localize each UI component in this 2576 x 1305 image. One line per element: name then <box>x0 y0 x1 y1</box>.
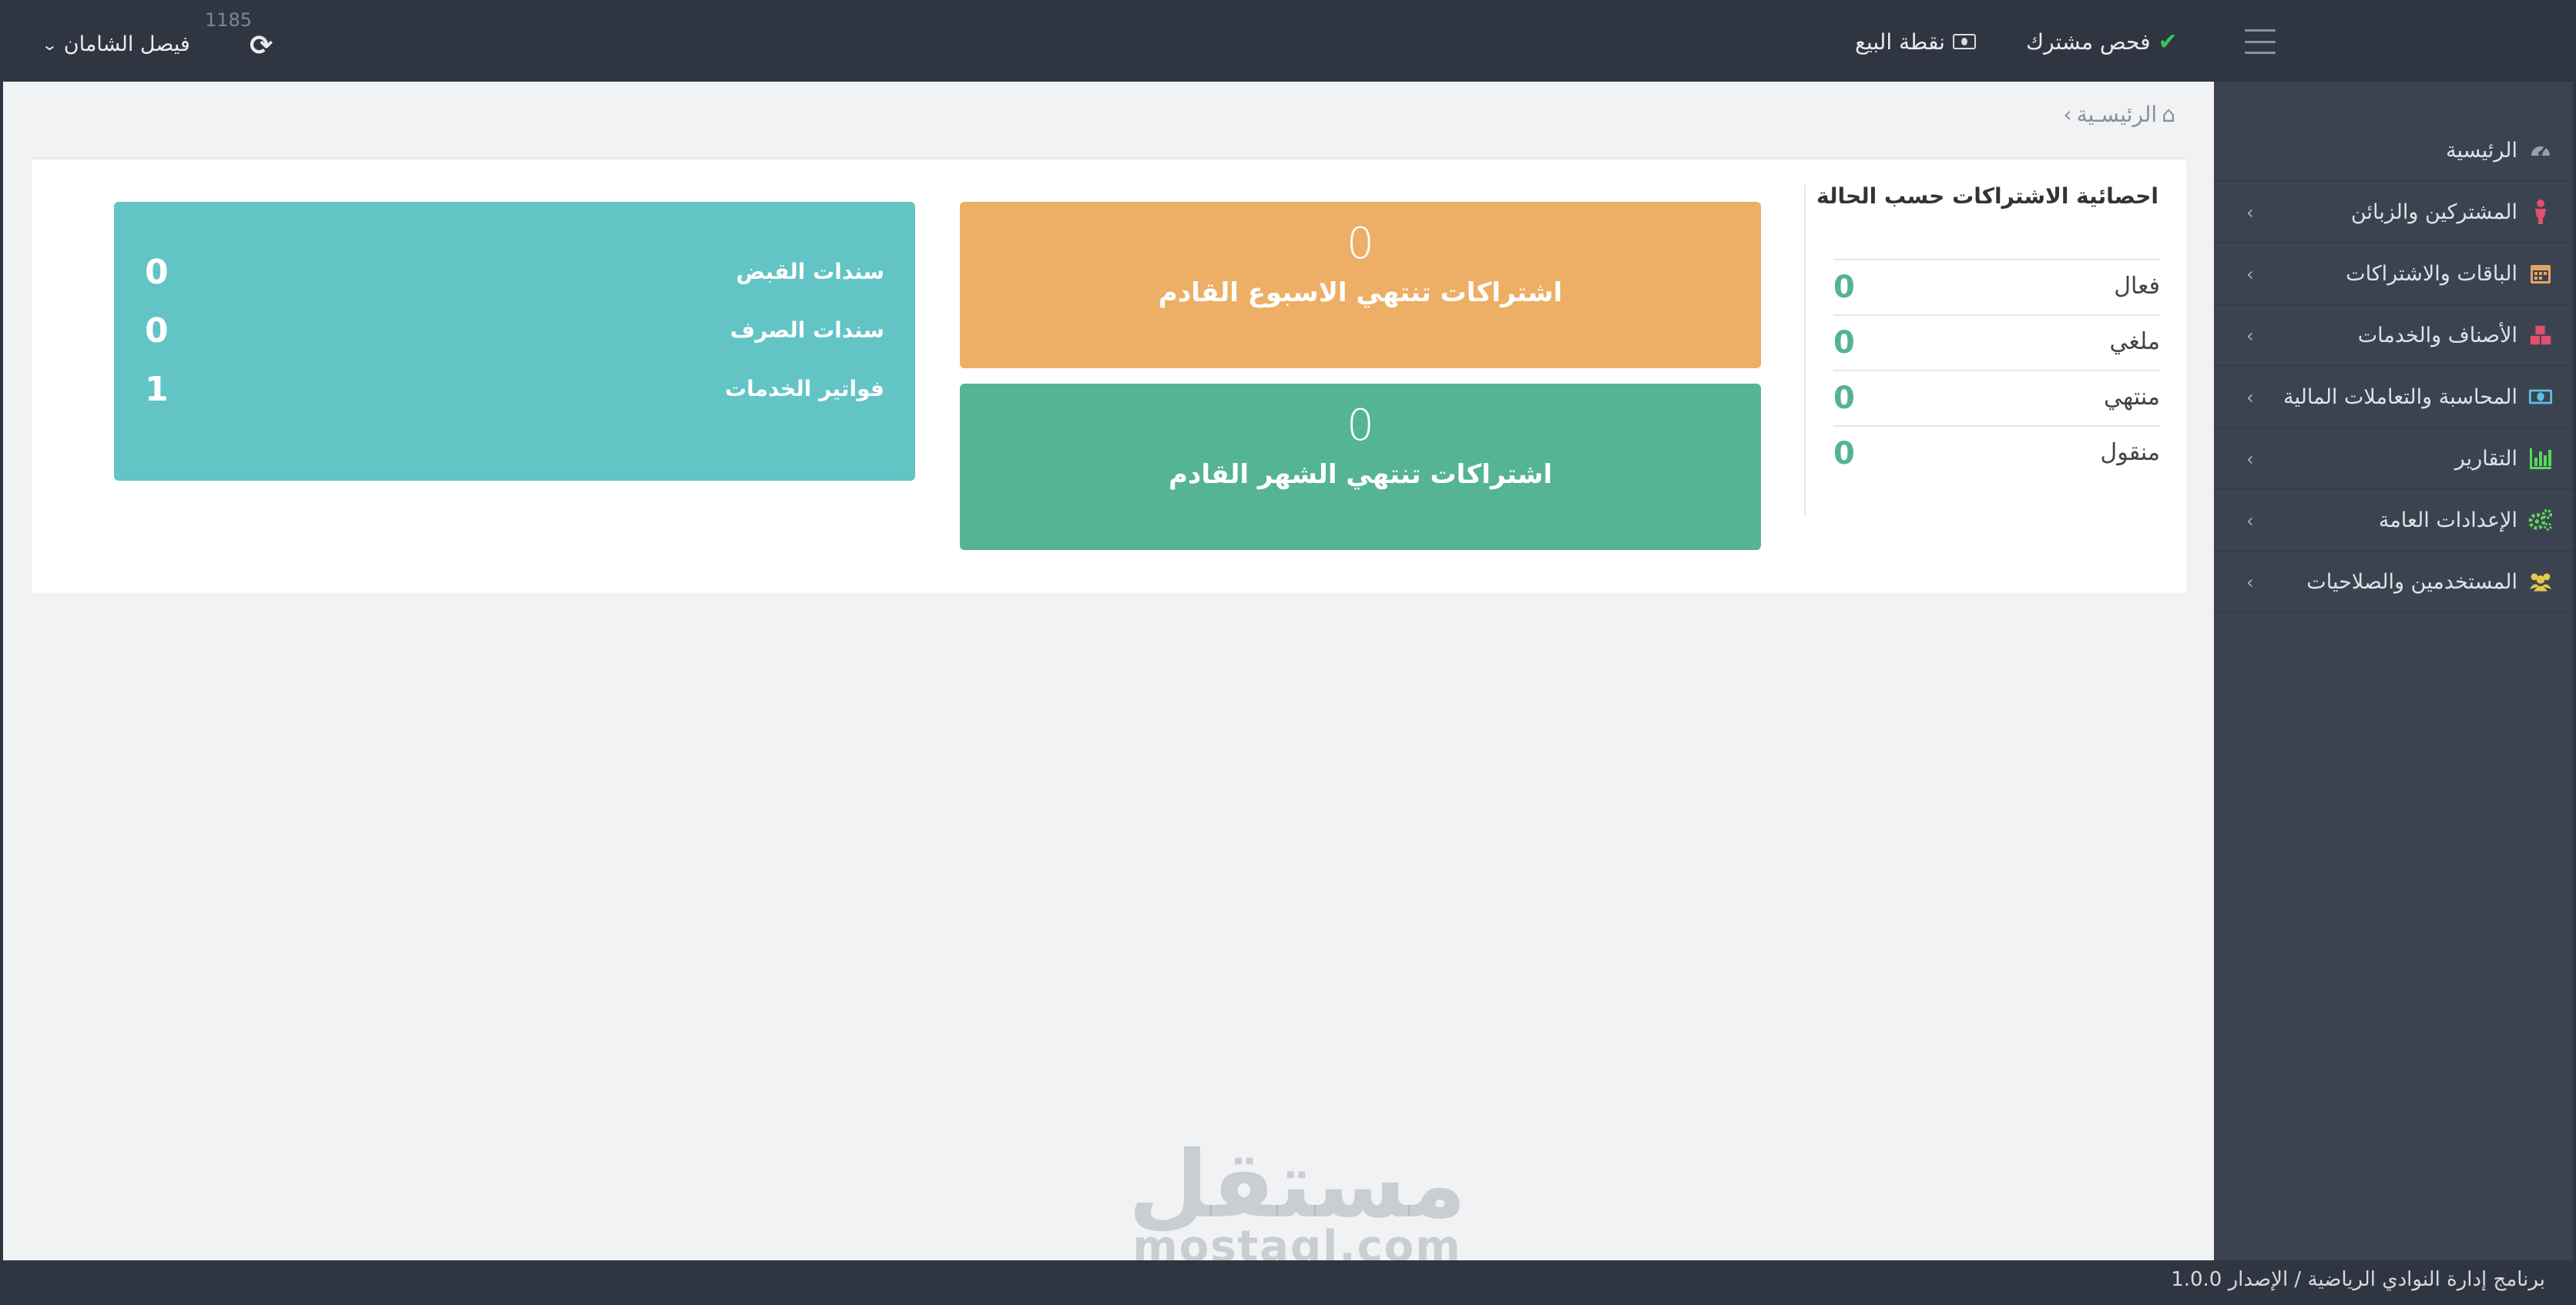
home-icon: ⌂ <box>2162 101 2175 127</box>
sidebar-item-users-permissions[interactable]: ‹ المستخدمين والصلاحيات <box>2214 552 2573 613</box>
stat-value: 0 <box>1833 381 1855 416</box>
chevron-left-icon: ‹ <box>2246 448 2254 470</box>
stats-divider <box>1804 185 1806 516</box>
top-navbar: ✔ فحص مشترك نقطة البيع 1185 ⟳ ⌄ فيصل الش… <box>3 3 2573 82</box>
sidebar-item-label: الأصناف والخدمات <box>2357 323 2517 347</box>
check-subscriber-label: فحص مشترك <box>2026 29 2151 55</box>
stats-title: احصائية الاشتراكات حسب الحالة <box>1816 183 2158 209</box>
sidebar-item-packages[interactable]: ‹ الباقات والاشتراكات <box>2214 243 2573 305</box>
point-of-sale-label: نقطة البيع <box>1855 29 1945 55</box>
sidebar-item-items-services[interactable]: ‹ الأصناف والخدمات <box>2214 305 2573 367</box>
chevron-left-icon: ‹ <box>2246 387 2254 408</box>
stat-label: ملغي <box>2109 328 2160 355</box>
money-icon <box>2528 384 2553 409</box>
refresh-icon[interactable]: ⟳ <box>250 32 273 60</box>
sidebar-toggle-icon[interactable] <box>2245 29 2276 54</box>
check-icon: ✔ <box>2158 28 2178 55</box>
chevron-left-icon: ‹ <box>2246 510 2254 532</box>
voucher-label: سندات الصرف <box>730 317 884 343</box>
sidebar-item-home[interactable]: الرئيسية <box>2214 120 2573 182</box>
app-frame: ✔ فحص مشترك نقطة البيع 1185 ⟳ ⌄ فيصل الش… <box>3 3 2573 1302</box>
sidebar-item-label: الرئيسية <box>2446 138 2517 163</box>
voucher-count: 0 <box>145 253 169 292</box>
voucher-row-service-invoices[interactable]: 1 فواتير الخدمات <box>114 368 915 414</box>
sidebar: الرئيسية ‹ المشتركين والزبائن ‹ الباقات … <box>2214 82 2573 1260</box>
users-icon <box>2528 569 2553 594</box>
stat-row-transferred: 0 منقول <box>1833 425 2160 481</box>
breadcrumb-divider <box>32 157 2186 159</box>
sidebar-item-accounting[interactable]: ‹ المحاسبة والتعاملات المالية <box>2214 367 2573 428</box>
person-icon <box>2528 200 2553 224</box>
user-name: فيصل الشامان <box>63 32 190 56</box>
voucher-count: 0 <box>145 311 169 351</box>
sidebar-item-label: الباقات والاشتراكات <box>2346 261 2517 286</box>
chevron-left-icon: ‹ <box>2246 263 2254 285</box>
sidebar-item-label: الإعدادات العامة <box>2378 508 2517 532</box>
sidebar-item-settings[interactable]: ‹ الإعدادات العامة <box>2214 490 2573 552</box>
stat-row-active: 0 فعال <box>1833 259 2160 314</box>
sidebar-item-subscribers[interactable]: ‹ المشتركين والزبائن <box>2214 182 2573 243</box>
voucher-label: فواتير الخدمات <box>724 376 884 401</box>
footer: برنامج إدارة النوادي الرياضية / الإصدار … <box>3 1260 2573 1302</box>
footer-version-text: برنامج إدارة النوادي الرياضية / الإصدار … <box>2171 1268 2545 1291</box>
breadcrumb-home-link[interactable]: الرئيسـية <box>2077 102 2158 127</box>
chevron-left-icon: ‹ <box>2246 325 2254 347</box>
vouchers-card: 0 سندات القبض 0 سندات الصرف 1 فواتير الخ… <box>114 202 915 481</box>
counter-badge: 1185 <box>205 9 253 31</box>
stat-value: 0 <box>1833 436 1855 471</box>
sidebar-item-label: التقارير <box>2454 446 2517 471</box>
sidebar-item-label: المشتركين والزبائن <box>2350 200 2517 224</box>
watermark-logo: مستقل mostaql.com <box>1082 1132 1513 1269</box>
stat-value: 0 <box>1833 270 1855 305</box>
expiring-next-month-card[interactable]: 0 اشتراكات تنتهي الشهر القادم <box>960 384 1761 550</box>
voucher-label: سندات القبض <box>736 259 884 284</box>
chevron-left-icon: ‹ <box>2063 101 2072 127</box>
expiring-week-label: اشتراكات تنتهي الاسبوع القادم <box>1158 277 1563 308</box>
chevron-left-icon: ‹ <box>2246 202 2254 223</box>
stat-label: منتهي <box>2103 384 2160 411</box>
dashboard-panel: احصائية الاشتراكات حسب الحالة 0 فعال 0 م… <box>32 160 2186 593</box>
chevron-down-icon: ⌄ <box>41 35 59 54</box>
expiring-next-week-card[interactable]: 0 اشتراكات تنتهي الاسبوع القادم <box>960 202 1761 368</box>
watermark-arabic: مستقل <box>1128 1132 1467 1239</box>
stat-row-expired: 0 منتهي <box>1833 370 2160 425</box>
breadcrumb: ‹ الرئيسـية ⌂ <box>2037 99 2175 129</box>
voucher-row-payments[interactable]: 0 سندات الصرف <box>114 310 915 356</box>
stat-value: 0 <box>1833 325 1855 361</box>
voucher-count: 1 <box>145 370 169 409</box>
expiring-month-label: اشتراكات تنتهي الشهر القادم <box>1169 459 1552 490</box>
cogs-icon <box>2528 508 2553 532</box>
stat-label: فعال <box>2114 273 2160 300</box>
point-of-sale-link[interactable]: نقطة البيع <box>1855 26 1976 57</box>
sidebar-item-label: المحاسبة والتعاملات المالية <box>2283 384 2517 409</box>
calendar-icon <box>2528 261 2553 286</box>
stat-label: منقول <box>2100 439 2160 466</box>
money-icon <box>1952 34 1976 49</box>
voucher-row-receipts[interactable]: 0 سندات القبض <box>114 251 915 297</box>
cubes-icon <box>2528 323 2553 347</box>
bar-chart-icon <box>2528 446 2553 471</box>
expiring-month-count: 0 <box>1347 401 1374 451</box>
user-menu-dropdown[interactable]: ⌄ فيصل الشامان <box>41 32 190 56</box>
check-subscriber-link[interactable]: ✔ فحص مشترك <box>2026 26 2178 57</box>
sidebar-item-reports[interactable]: ‹ التقارير <box>2214 428 2573 490</box>
chevron-left-icon: ‹ <box>2246 572 2254 593</box>
sidebar-item-label: المستخدمين والصلاحيات <box>2306 569 2517 594</box>
stat-row-cancelled: 0 ملغي <box>1833 314 2160 370</box>
dashboard-icon <box>2528 138 2553 163</box>
expiring-week-count: 0 <box>1347 219 1374 269</box>
